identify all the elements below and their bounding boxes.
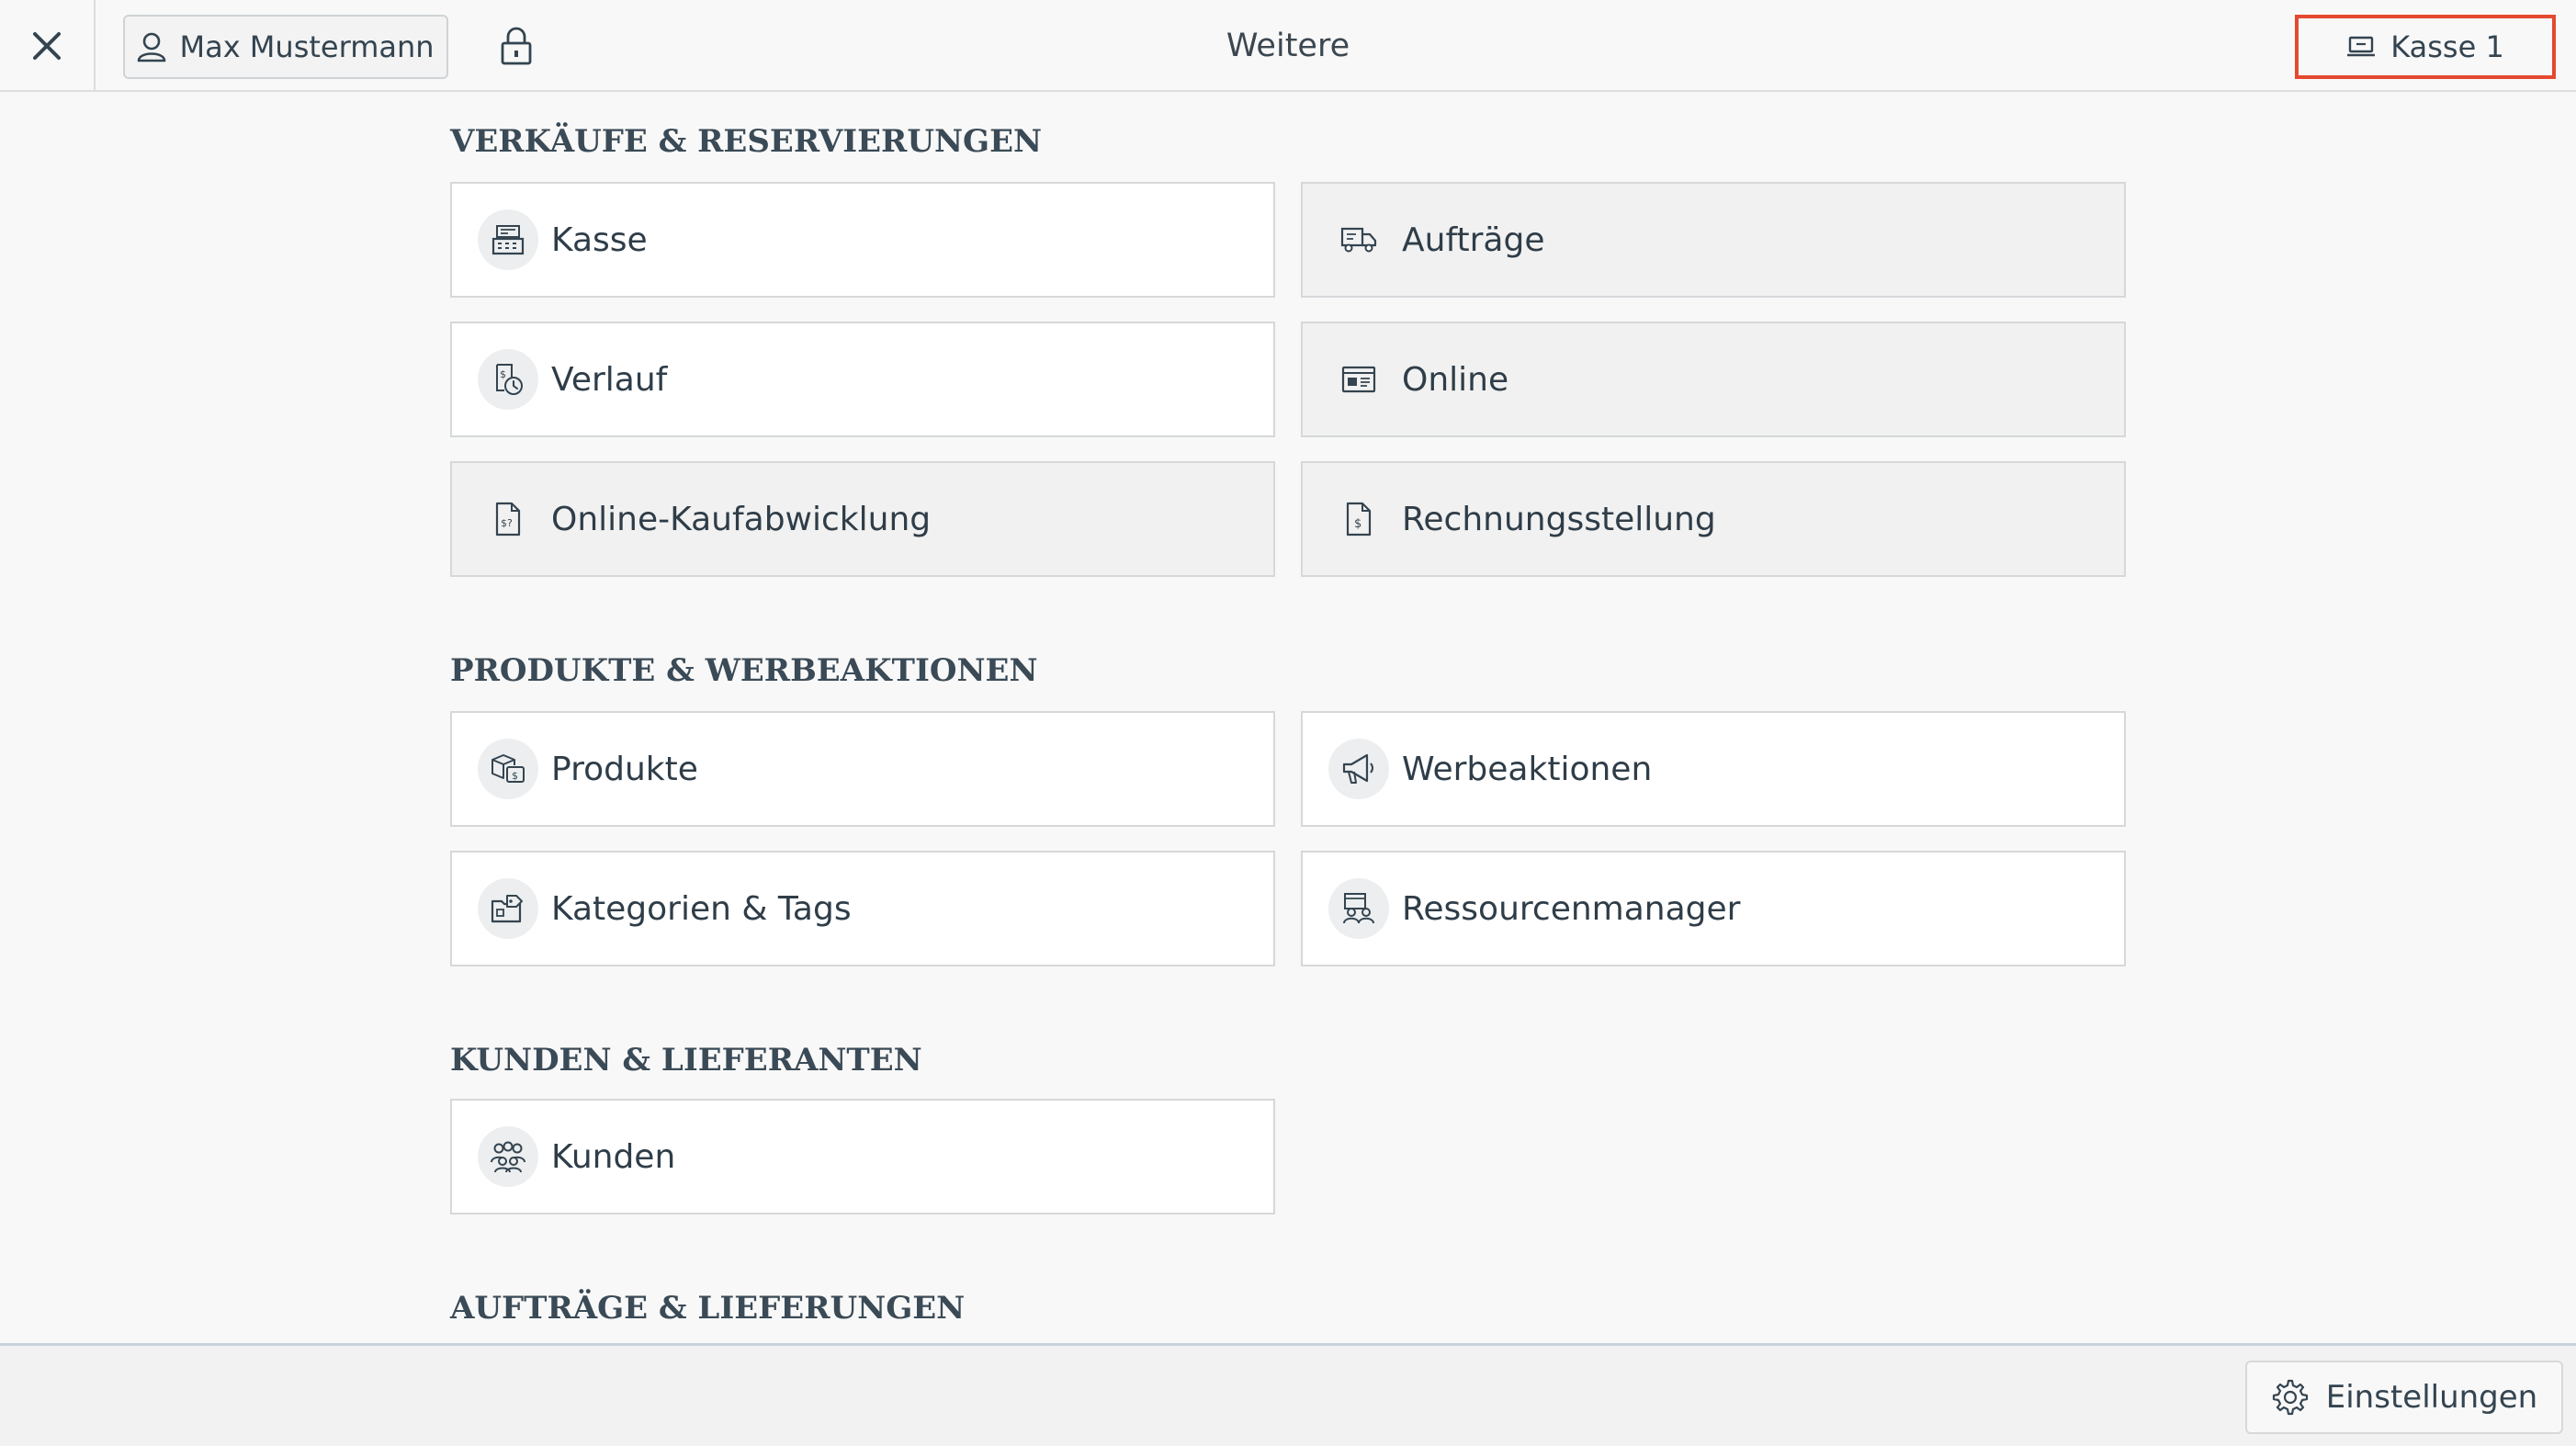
section-title-sales: Verkäufe & Reservierungen (450, 123, 1043, 160)
tile-online[interactable]: Online (1301, 322, 2126, 437)
tile-label: Produkte (551, 750, 698, 788)
bottom-bar: Einstellungen (0, 1343, 2576, 1446)
top-bar: Max Mustermann Weitere Kasse 1 (0, 0, 2576, 92)
tile-verlauf[interactable]: $ Verlauf (450, 322, 1275, 437)
user-icon (137, 31, 166, 62)
customers-group-icon (478, 1126, 538, 1187)
tile-werbeaktionen[interactable]: Werbeaktionen (1301, 711, 2126, 827)
section-title-customers: Kunden & Lieferanten (450, 1042, 922, 1079)
page-title: Weitere (1226, 28, 1350, 64)
online-card-icon (1328, 349, 1389, 410)
online-checkout-document-icon: $? (478, 489, 538, 549)
tile-auftraege[interactable]: Aufträge (1301, 182, 2126, 298)
section-title-orders: Aufträge & Lieferungen (450, 1290, 966, 1327)
receipt-history-icon: $ (478, 349, 538, 410)
user-button[interactable]: Max Mustermann (123, 15, 448, 79)
cash-register-icon (478, 209, 538, 270)
tile-label: Kategorien & Tags (551, 889, 852, 928)
tile-label: Verlauf (551, 360, 668, 399)
tile-kategorien-tags[interactable]: Kategorien & Tags (450, 851, 1275, 966)
tile-kasse[interactable]: Kasse (450, 182, 1275, 298)
lock-button[interactable] (492, 20, 540, 72)
invoice-document-icon: $ (1328, 489, 1389, 549)
tile-ressourcenmanager[interactable]: Ressourcenmanager (1301, 851, 2126, 966)
svg-text:$: $ (512, 770, 518, 782)
register-selector-button[interactable]: Kasse 1 (2295, 15, 2556, 79)
settings-label: Einstellungen (2325, 1379, 2538, 1416)
tile-label: Online (1402, 360, 1509, 399)
tile-label: Online-Kaufabwicklung (551, 500, 932, 538)
tile-label: Werbeaktionen (1402, 750, 1653, 788)
tile-label: Rechnungsstellung (1402, 500, 1716, 538)
tile-kunden[interactable]: Kunden (450, 1099, 1275, 1214)
tile-label: Kasse (551, 220, 648, 259)
content-area: Verkäufe & Reservierungen Kasse Aufträge… (0, 94, 2576, 1343)
settings-button[interactable]: Einstellungen (2245, 1361, 2563, 1434)
close-icon (30, 29, 63, 62)
close-button[interactable] (0, 0, 96, 92)
lock-icon (500, 26, 533, 66)
svg-text:$: $ (1354, 517, 1361, 531)
tile-produkte[interactable]: $ Produkte (450, 711, 1275, 827)
tile-online-kaufabwicklung[interactable]: $? Online-Kaufabwicklung (450, 461, 1275, 577)
products-box-icon: $ (478, 739, 538, 799)
svg-text:$?: $? (501, 517, 513, 529)
svg-text:$: $ (500, 368, 506, 380)
section-title-products: Produkte & Werbeaktionen (450, 652, 1038, 689)
resource-manager-icon (1328, 878, 1389, 939)
categories-tags-icon (478, 878, 538, 939)
tile-label: Ressourcenmanager (1402, 889, 1741, 928)
tile-rechnungsstellung[interactable]: $ Rechnungsstellung (1301, 461, 2126, 577)
register-label: Kasse 1 (2390, 29, 2504, 64)
user-name: Max Mustermann (179, 29, 435, 64)
tile-label: Aufträge (1402, 220, 1545, 259)
delivery-truck-icon (1328, 209, 1389, 270)
megaphone-icon (1328, 739, 1389, 799)
gear-icon (2271, 1378, 2310, 1417)
tile-label: Kunden (551, 1137, 676, 1176)
cash-register-small-icon (2346, 35, 2376, 59)
